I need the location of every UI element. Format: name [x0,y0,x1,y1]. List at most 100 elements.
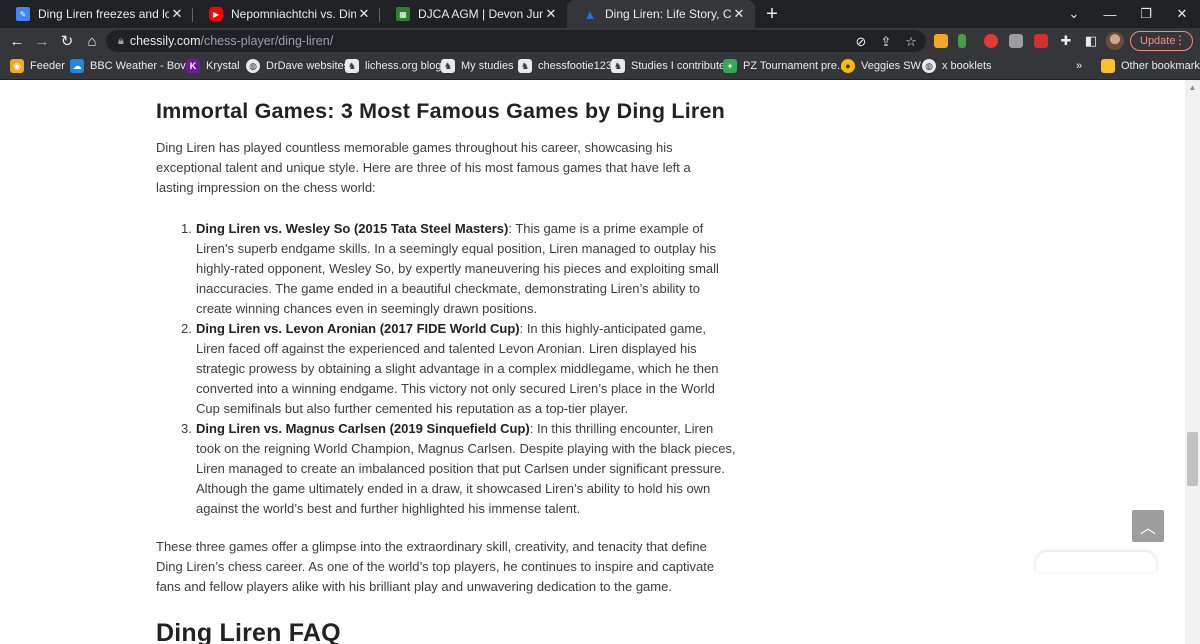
famous-games-list: 1. Ding Liren vs. Wesley So (2015 Tata S… [181,219,736,519]
tab-search-icon[interactable]: ⌄ [1056,0,1092,28]
update-button[interactable]: Update ⋮ [1130,31,1193,51]
youtube-icon: ▶ [209,7,223,21]
scroll-up-arrow-icon[interactable]: ▲ [1188,84,1197,92]
other-bookmarks-label: Other bookmarks [1121,60,1200,72]
url-path: /chess-player/ding-liren/ [200,34,334,48]
reload-button[interactable]: ↻ [55,28,79,54]
bookmark-label: lichess.org blog [365,60,442,72]
bookmark-label: My studies [461,60,514,72]
close-icon[interactable]: ✕ [356,6,372,22]
url-domain: chessily.com [129,34,201,48]
tab-favicon-icon: ✎ [16,7,30,21]
faq-heading: Ding Liren FAQ [156,619,341,644]
list-number: 3. [181,421,192,436]
bookmarks-bar: ◉ Feeder ☁ BBC Weather - Bov... K Krysta… [0,54,1200,80]
game-title: Ding Liren vs. Magnus Carlsen (2019 Sinq… [196,421,530,436]
bookmark-label: chessfootie123 [538,60,612,72]
krystal-icon: K [186,59,200,73]
folder-icon [1101,59,1115,73]
page-content: Immortal Games: 3 Most Famous Games by D… [0,80,1200,644]
rss-extension-icon[interactable] [934,34,948,48]
lichess-icon: ♞ [518,59,532,73]
close-window-button[interactable]: ✕ [1164,0,1200,28]
tab-djca-agm[interactable]: ▦ DJCA AGM | Devon Junior Chess ✕ [380,0,567,28]
bookmark-lichess-blog[interactable]: ♞ lichess.org blog [345,54,441,78]
red-extension-icon[interactable] [1034,34,1048,48]
bookmark-label: Veggies SW [861,60,921,72]
bookmark-studies-contribute[interactable]: ♞ Studies I contribute [611,54,725,78]
game-title: Ding Liren vs. Levon Aronian (2017 FIDE … [196,321,520,336]
tab-title: Ding Liren freezes and loses hea [38,7,169,21]
djca-icon: ▦ [396,7,410,21]
close-icon[interactable]: ✕ [543,6,559,22]
address-bar[interactable]: 🔒︎ chessily.com/chess-player/ding-liren/… [106,30,926,52]
chevron-up-icon: ︿ [1139,520,1156,537]
update-label: Update [1140,35,1176,47]
bookmark-label: Krystal [206,60,240,72]
lichess-icon: ♞ [345,59,359,73]
bookmark-label: DrDave websites [266,60,350,72]
restore-button[interactable]: ❐ [1128,0,1164,28]
bookmark-chessfootie[interactable]: ♞ chessfootie123 [518,54,612,78]
page-scrollbar[interactable] [1185,80,1200,644]
new-tab-button[interactable]: + [760,2,784,26]
side-panel-icon[interactable]: ◧ [1082,32,1100,50]
outro-paragraph: These three games offer a glimpse into t… [156,539,715,594]
bookmark-drdave[interactable]: ◍ DrDave websites [246,54,349,78]
bookmark-krystal[interactable]: K Krystal [186,54,240,78]
other-bookmarks[interactable]: Other bookmarks [1101,54,1200,78]
bookmark-label: Feeder [30,60,65,72]
tab-title: Ding Liren: Life Story, Chess Ach [605,7,731,21]
share-icon[interactable]: ⇪ [877,33,895,51]
forward-button[interactable]: → [30,28,54,54]
tab-ding-liren-life-story[interactable]: ▲ Ding Liren: Life Story, Chess Ach ✕ [567,0,755,28]
list-item: 1. Ding Liren vs. Wesley So (2015 Tata S… [181,219,736,319]
list-item: 2. Ding Liren vs. Levon Aronian (2017 FI… [181,319,736,419]
rss-icon: ◉ [10,59,24,73]
bookmark-label: x booklets [942,60,992,72]
bookmark-label: PZ Tournament pre... [743,60,847,72]
bookmark-label: Studies I contribute [631,60,726,72]
profile-avatar[interactable] [1106,32,1124,50]
green-extension-icon[interactable] [958,34,966,48]
bookmark-my-studies[interactable]: ♞ My studies [441,54,514,78]
tab-title: DJCA AGM | Devon Junior Chess [418,7,543,21]
browser-toolbar: ← → ↻ ⌂ 🔒︎ chessily.com/chess-player/din… [0,28,1200,54]
lichess-icon: ♞ [611,59,625,73]
bookmark-pz-tournament[interactable]: + PZ Tournament pre... [723,54,846,78]
plus-icon: + [723,59,737,73]
section-heading: Immortal Games: 3 Most Famous Games by D… [156,99,725,123]
abp-extension-icon[interactable] [984,34,998,48]
chessily-icon: ▲ [583,6,597,22]
home-button[interactable]: ⌂ [80,28,104,54]
tab-nepomniachtchi-vs-ding[interactable]: ▶ Nepomniachtchi vs. Ding | FIDE V ✕ [193,0,380,28]
tab-ding-liren-freezes[interactable]: ✎ Ding Liren freezes and loses hea ✕ [0,0,193,28]
bookmark-feeder[interactable]: ◉ Feeder [10,54,65,78]
gray-extension-icon[interactable] [1009,34,1023,48]
bookmark-label: BBC Weather - Bov... [90,60,195,72]
close-icon[interactable]: ✕ [169,6,185,22]
url-text: chessily.com/chess-player/ding-liren/ [130,34,333,48]
lichess-icon: ♞ [441,59,455,73]
game-title: Ding Liren vs. Wesley So (2015 Tata Stee… [196,221,509,236]
minimize-button[interactable]: — [1092,0,1128,28]
list-number: 2. [181,321,192,336]
back-button[interactable]: ← [5,28,29,54]
extensions-puzzle-icon[interactable]: ✚ [1057,32,1075,50]
lock-icon[interactable]: 🔒︎ [118,35,124,48]
bookmark-star-icon[interactable]: ☆ [902,33,920,51]
bookmarks-overflow-icon[interactable]: » [1076,54,1082,78]
tab-strip: ✎ Ding Liren freezes and loses hea ✕ ▶ N… [0,0,1200,28]
back-to-top-button[interactable]: ︿ [1132,510,1164,542]
close-icon[interactable]: ✕ [731,6,747,22]
globe-icon: ◍ [246,59,260,73]
menu-dots-icon: ⋮ [1174,33,1186,47]
bookmark-bbc-weather[interactable]: ☁ BBC Weather - Bov... [70,54,194,78]
bookmark-veggies-sw[interactable]: ● Veggies SW [841,54,921,78]
scrollbar-thumb[interactable] [1187,432,1198,486]
eye-off-icon[interactable]: ⊘ [852,33,870,51]
bookmark-x-booklets[interactable]: ◍ x booklets [922,54,992,78]
weather-icon: ☁ [70,59,84,73]
floating-widget[interactable] [1036,552,1156,572]
intro-paragraph: Ding Liren has played countless memorabl… [156,140,691,195]
